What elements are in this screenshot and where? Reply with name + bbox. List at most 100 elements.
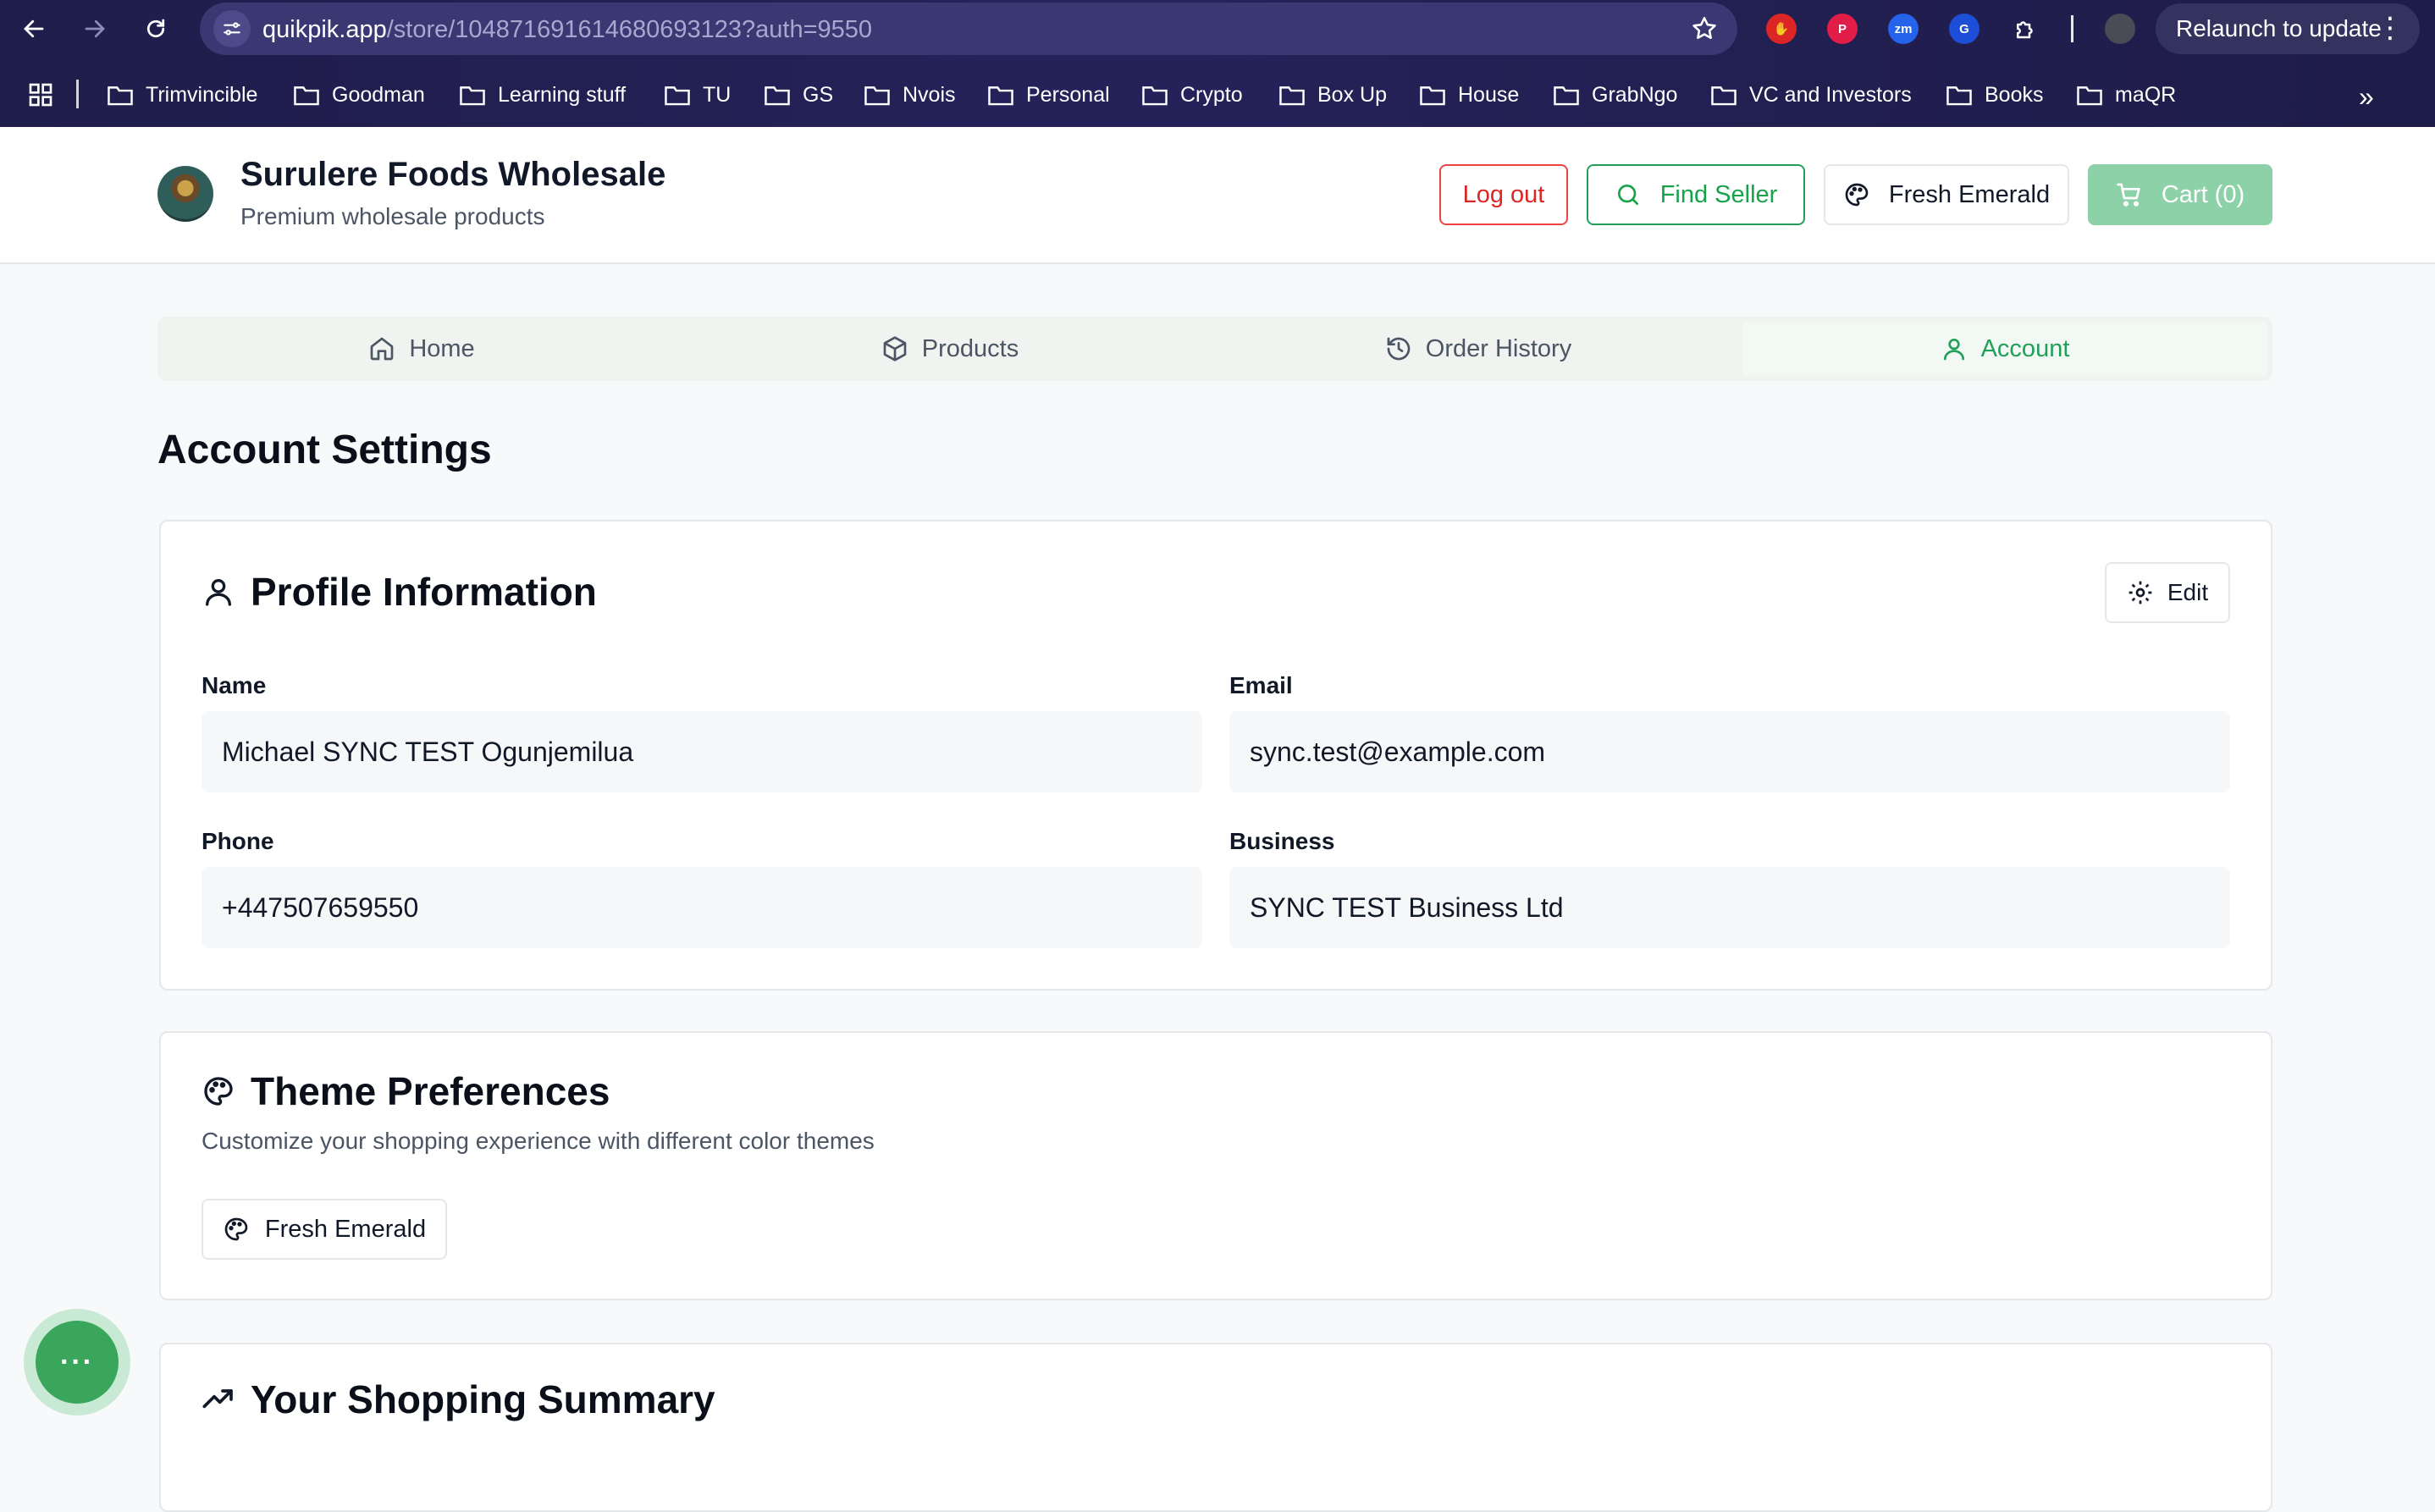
profile-avatar[interactable] <box>2105 14 2135 44</box>
user-icon <box>206 579 231 606</box>
bookmark-folder[interactable]: Trimvincible <box>107 80 257 110</box>
theme-card: Theme Preferences Customize your shoppin… <box>159 1031 2272 1300</box>
url-host: quikpik.app <box>262 16 387 43</box>
logout-button[interactable]: Log out <box>1439 164 1568 225</box>
extensions-puzzle-icon[interactable] <box>2010 14 2040 44</box>
folder-icon <box>1711 86 1737 106</box>
bookmark-label: Box Up <box>1317 82 1387 107</box>
folder-icon <box>1946 86 1972 106</box>
more-options-fab[interactable]: ··· <box>36 1321 119 1404</box>
bookmark-folder[interactable]: Goodman <box>293 80 425 110</box>
name-label: Name <box>202 672 267 698</box>
bookmark-folder[interactable]: Box Up <box>1278 80 1387 110</box>
bookmark-folder[interactable]: Books <box>1946 80 2043 110</box>
theme-label: Fresh Emerald <box>1888 180 2051 208</box>
store-subtitle: Premium wholesale products <box>240 203 545 229</box>
bookmark-folder[interactable]: Learning stuff <box>459 80 626 110</box>
folder-icon <box>2077 86 2102 106</box>
cart-button[interactable]: Cart (0) <box>2088 164 2272 225</box>
bookmark-folder[interactable]: Nvois <box>864 80 956 110</box>
name-field[interactable]: Michael SYNC TEST Ogunjemilua <box>202 711 1202 792</box>
apps-grid-icon[interactable] <box>27 81 54 108</box>
tab-label: Products <box>921 334 1019 362</box>
url-path: /store/1048716916146806931​23?auth=9550 <box>386 16 873 43</box>
bookmark-folder[interactable]: Crypto <box>1141 80 1243 110</box>
tab-account[interactable]: Account <box>1742 322 2267 376</box>
package-icon <box>883 336 907 361</box>
theme-button[interactable]: Fresh Emerald <box>1824 164 2069 225</box>
tab-order-history[interactable]: Order History <box>1214 317 1742 381</box>
bookmark-star-icon[interactable] <box>1690 14 1719 43</box>
back-icon[interactable] <box>15 10 52 47</box>
bookmark-label: VC and Investors <box>1749 82 1912 107</box>
palette-icon <box>1845 183 1869 207</box>
summary-heading: Your Shopping Summary <box>202 1377 715 1422</box>
email-field[interactable]: sync.test@example.com <box>1229 711 2230 792</box>
user-icon <box>1943 339 1964 361</box>
folder-icon <box>1142 86 1168 106</box>
logout-label: Log out <box>1462 180 1545 208</box>
find-seller-button[interactable]: Find Seller <box>1587 164 1805 225</box>
grammar-extension-icon[interactable]: G <box>1949 14 1979 44</box>
toolbar-divider <box>2071 15 2073 42</box>
profile-title: Profile Information <box>251 570 597 614</box>
folder-icon <box>294 86 319 106</box>
zoom-extension-icon[interactable]: zm <box>1888 14 1919 44</box>
edit-profile-button[interactable]: Edit <box>2105 562 2230 623</box>
phone-field[interactable]: +447507659550 <box>202 867 1202 948</box>
email-label: Email <box>1229 672 1293 698</box>
trending-up-icon <box>202 1389 233 1409</box>
business-label: Business <box>1229 828 1335 854</box>
summary-title: Your Shopping Summary <box>251 1377 715 1421</box>
menu-dots-icon[interactable]: ⋮ <box>2376 14 2405 42</box>
tab-label: Order History <box>1425 334 1572 362</box>
folder-icon <box>765 86 790 106</box>
browser-toolbar: quikpik.app/store/1048716916146806931​23… <box>0 0 2435 58</box>
palette-icon <box>224 1217 248 1241</box>
bookmark-folder[interactable]: GS <box>764 80 833 110</box>
url-text: quikpik.app/store/1048716916146806931​23… <box>262 16 872 43</box>
bookmarks-divider <box>76 80 79 108</box>
folder-icon <box>864 86 890 106</box>
theme-select-button[interactable]: Fresh Emerald <box>202 1199 447 1260</box>
profile-card: Profile Information Edit Name Michael SY… <box>159 520 2272 991</box>
home-icon <box>370 337 394 361</box>
phone-label: Phone <box>202 828 274 854</box>
pinterest-extension-icon[interactable]: P <box>1827 14 1858 44</box>
bookmark-label: Personal <box>1026 82 1110 107</box>
tab-products[interactable]: Products <box>686 317 1214 381</box>
tab-label: Account <box>1980 334 2070 362</box>
relaunch-button[interactable]: Relaunch to update ⋮ <box>2156 3 2420 54</box>
business-field[interactable]: SYNC TEST Business Ltd <box>1229 867 2230 948</box>
address-bar[interactable]: quikpik.app/store/1048716916146806931​23… <box>200 3 1737 55</box>
bookmark-label: Crypto <box>1180 82 1243 107</box>
shopping-summary-card: Your Shopping Summary <box>159 1343 2272 1512</box>
hand-extension-icon[interactable]: ✋ <box>1766 14 1797 44</box>
bookmark-folder[interactable]: maQR <box>2076 80 2176 110</box>
bookmark-folder[interactable]: TU <box>664 80 731 110</box>
bookmark-label: maQR <box>2115 82 2177 107</box>
site-settings-icon[interactable] <box>213 10 251 47</box>
profile-heading: Profile Information <box>202 569 597 615</box>
tab-home[interactable]: Home <box>157 317 686 381</box>
cart-icon <box>2117 183 2140 207</box>
forward-icon[interactable] <box>76 10 113 47</box>
bookmarks-bar: Trimvincible Goodman Learning stuff TU G… <box>0 69 2435 124</box>
relaunch-label: Relaunch to update <box>2176 15 2382 41</box>
find-seller-label: Find Seller <box>1659 180 1778 208</box>
cart-label: Cart (0) <box>2161 180 2245 208</box>
bookmark-folder[interactable]: Personal <box>987 80 1110 110</box>
folder-icon <box>988 86 1013 106</box>
gear-icon <box>2129 581 2152 604</box>
folder-icon <box>1420 86 1445 106</box>
bookmark-folder[interactable]: House <box>1419 80 1519 110</box>
bookmark-label: House <box>1458 82 1520 107</box>
palette-icon <box>204 1077 233 1106</box>
more-bookmarks-icon[interactable]: » <box>2359 81 2374 113</box>
bookmark-folder[interactable]: GrabNgo <box>1553 80 1677 110</box>
bookmark-label: Learning stuff <box>498 82 627 107</box>
current-theme-label: Fresh Emerald <box>264 1215 427 1243</box>
reload-icon[interactable] <box>137 10 174 47</box>
search-icon <box>1617 185 1638 205</box>
bookmark-folder[interactable]: VC and Investors <box>1710 80 1912 110</box>
